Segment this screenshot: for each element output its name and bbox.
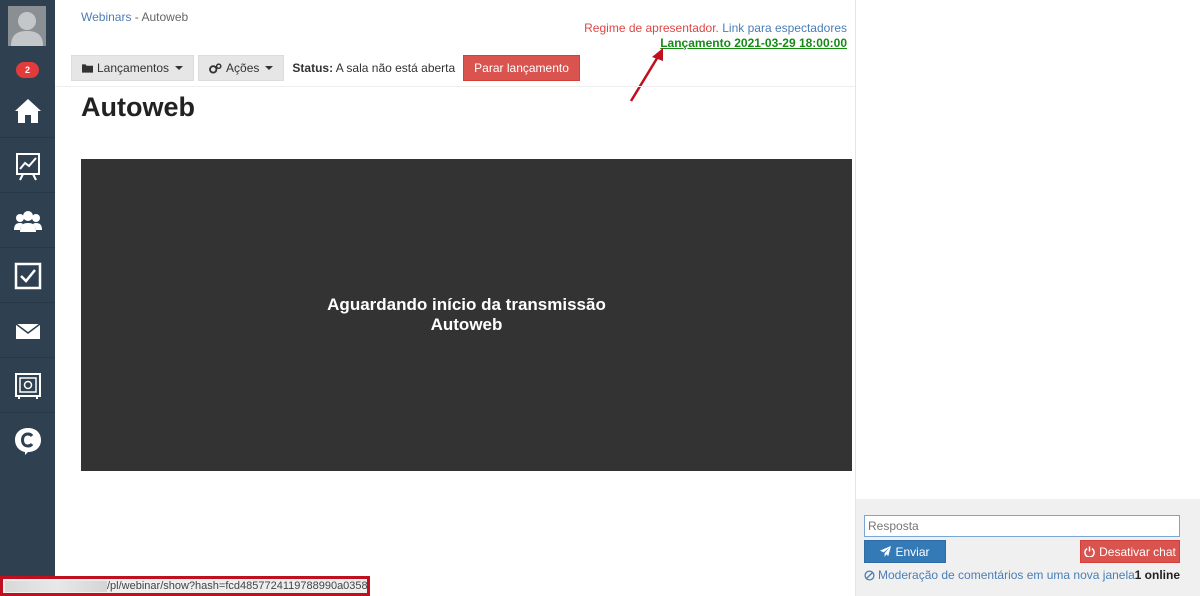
moderation-link[interactable]: Moderação de comentários em uma nova jan…: [864, 568, 1135, 582]
users-icon: [13, 210, 42, 232]
gears-icon: [209, 62, 222, 74]
sidebar-item-tasks[interactable]: [0, 249, 55, 303]
sidebar-item-mail[interactable]: [0, 304, 55, 358]
url-path: /pl/webinar/show?hash=fcd485772411978899…: [107, 580, 370, 592]
launches-label: Lançamentos: [97, 61, 170, 75]
chart-icon: [15, 152, 40, 180]
launches-dropdown-button[interactable]: Lançamentos: [71, 55, 195, 81]
annotation-arrow-icon: [629, 48, 663, 102]
send-label: Enviar: [895, 544, 930, 559]
disable-chat-label: Desativar chat: [1099, 544, 1176, 559]
sidebar-item-home[interactable]: [0, 84, 55, 138]
sidebar-item-users[interactable]: [0, 194, 55, 248]
chat-c-icon: [14, 428, 41, 455]
chat-panel: Enviar Desativar chat Moderação de comen…: [855, 0, 1200, 596]
toolbar: Lançamentos Ações Status: A sala não est…: [71, 55, 580, 81]
status-value: A sala não está aberta: [335, 61, 456, 75]
blurred-domain: [5, 580, 107, 592]
checkbox-icon: [14, 262, 41, 289]
disable-chat-button[interactable]: Desativar chat: [1080, 540, 1180, 563]
sidebar-item-stats[interactable]: [0, 139, 55, 193]
notification-badge[interactable]: 2: [16, 62, 39, 78]
stop-launch-button[interactable]: Parar lançamento: [463, 55, 580, 81]
breadcrumb-webinars-link[interactable]: Webinars: [81, 10, 131, 24]
home-icon: [14, 98, 41, 123]
waiting-message: Aguardando início da transmissão: [327, 295, 606, 314]
presenter-mode-label: Regime de apresentador.: [584, 21, 719, 35]
breadcrumb: Webinars - Autoweb: [81, 10, 188, 24]
ban-icon: [864, 569, 875, 581]
chat-reply-input[interactable]: [864, 515, 1180, 537]
viewer-link[interactable]: Link para espectadores: [722, 21, 847, 35]
video-player[interactable]: Aguardando início da transmissão Autoweb: [81, 159, 852, 471]
header-divider: [55, 86, 855, 87]
actions-dropdown-button[interactable]: Ações: [198, 55, 285, 81]
sidebar: 2: [0, 0, 55, 596]
online-count: 1 online: [1134, 568, 1180, 582]
chevron-down-icon: [265, 66, 274, 70]
actions-label: Ações: [226, 61, 260, 75]
presenter-header: Regime de apresentador. Link para espect…: [584, 21, 847, 51]
paper-plane-icon: [880, 546, 892, 557]
mail-icon: [15, 322, 40, 339]
sidebar-item-safe[interactable]: [0, 359, 55, 413]
moderation-label: Moderação de comentários em uma nova jan…: [878, 568, 1135, 582]
launch-link[interactable]: Lançamento 2021-03-29 18:00:00: [584, 36, 847, 51]
status-bar-url: /pl/webinar/show?hash=fcd485772411978899…: [0, 576, 370, 596]
send-button[interactable]: Enviar: [864, 540, 946, 563]
breadcrumb-separator: -: [131, 10, 142, 24]
breadcrumb-current: Autoweb: [141, 10, 189, 24]
status-label: Status:: [292, 61, 334, 75]
page-title: Autoweb: [81, 92, 195, 122]
chat-controls: Enviar Desativar chat Moderação de comen…: [856, 499, 1200, 596]
sidebar-item-getcourse[interactable]: [0, 414, 55, 468]
avatar[interactable]: [8, 6, 46, 46]
safe-icon: [14, 372, 41, 399]
room-status: Status: A sala não está aberta: [288, 61, 459, 75]
waiting-webinar-name: Autoweb: [430, 315, 503, 334]
folder-icon: [82, 64, 93, 73]
power-icon: [1084, 546, 1095, 557]
user-avatar-icon: [8, 6, 46, 46]
chevron-down-icon: [175, 66, 184, 70]
